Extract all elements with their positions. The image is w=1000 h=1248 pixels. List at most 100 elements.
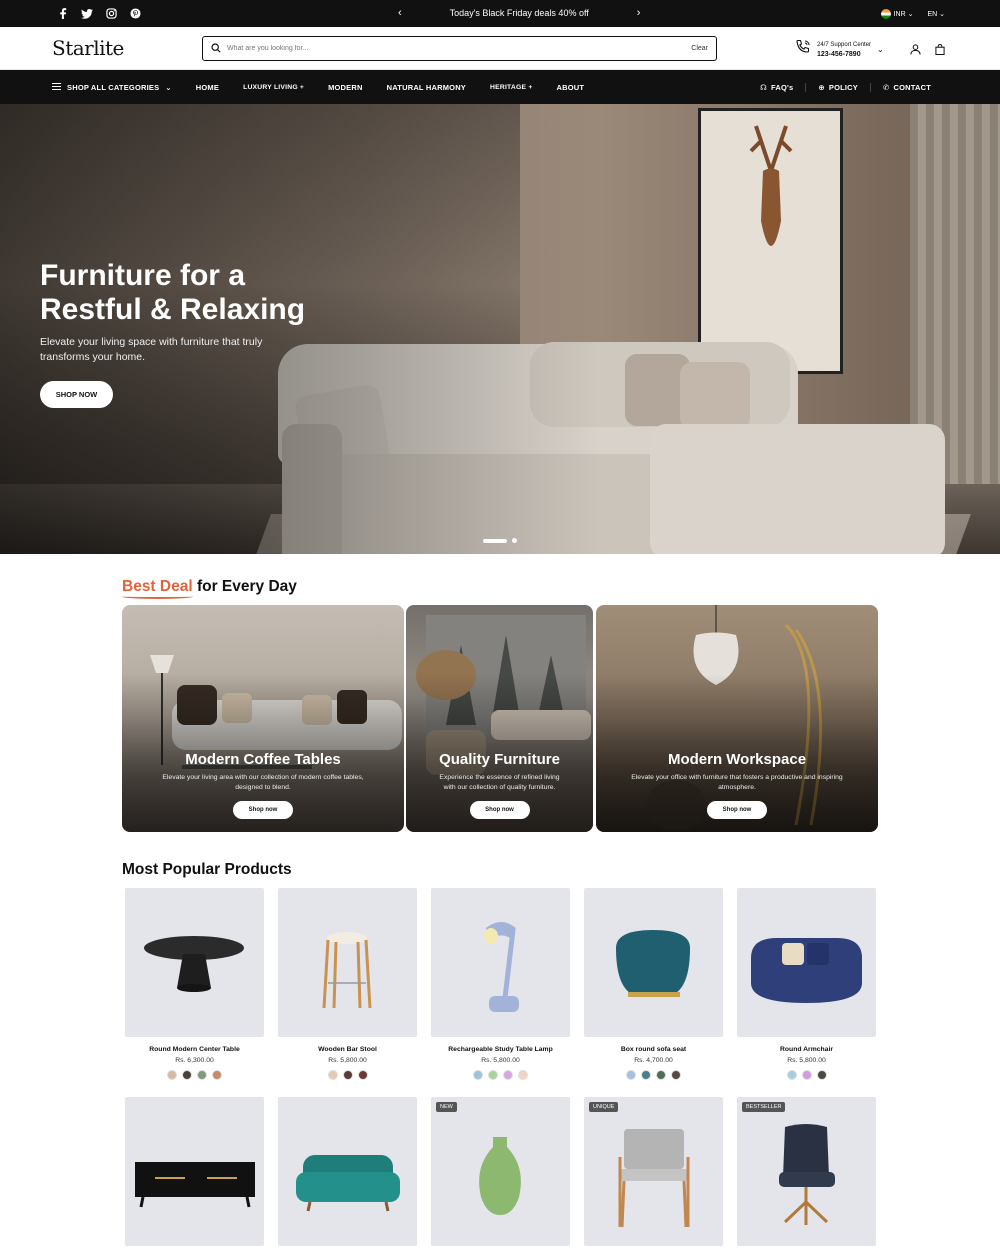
deal-cards: Modern Coffee Tables Elevate your living… <box>122 605 878 832</box>
policy-label: POLICY <box>828 82 858 92</box>
deal-card[interactable]: Modern Coffee Tables Elevate your living… <box>122 605 404 832</box>
headset-icon: ☊ <box>760 82 768 92</box>
color-swatch[interactable] <box>641 1070 651 1080</box>
product-image[interactable] <box>584 888 723 1037</box>
nav-item-policy[interactable]: ⊕ POLICY <box>805 82 870 92</box>
search-icon[interactable] <box>211 40 221 58</box>
wooden-chair-image <box>618 1129 690 1228</box>
product-name[interactable]: Box round sofa seat <box>584 1046 723 1053</box>
language-label: EN <box>927 10 938 18</box>
currency-selector[interactable]: INR ⌄ <box>880 8 913 19</box>
color-swatch[interactable] <box>626 1070 636 1080</box>
chevron-right-icon[interactable]: › <box>637 7 641 19</box>
product-card[interactable] <box>278 1097 417 1246</box>
product-name[interactable]: Wooden Bar Stool <box>278 1046 417 1053</box>
nav-item-contact[interactable]: ✆ CONTACT <box>870 82 943 92</box>
product-image[interactable]: NEW <box>431 1097 570 1246</box>
contact-label: CONTACT <box>893 82 931 92</box>
product-card[interactable]: BESTSELLER <box>737 1097 876 1246</box>
badge-new: NEW <box>436 1102 457 1112</box>
support-center[interactable]: 24/7 Support Center 123-456-7890 ⌄ <box>795 39 884 60</box>
shop-now-button[interactable]: Shop now <box>707 801 767 819</box>
deal-overlay <box>122 605 404 832</box>
shop-now-button[interactable]: Shop now <box>233 801 293 819</box>
color-swatch[interactable] <box>488 1070 498 1080</box>
color-swatch[interactable] <box>518 1070 528 1080</box>
color-swatch[interactable] <box>656 1070 666 1080</box>
color-swatch[interactable] <box>342 1070 353 1080</box>
nav-item-natural-harmony[interactable]: NATURAL HARMONY <box>387 83 466 92</box>
cart-bag-icon[interactable] <box>935 42 945 60</box>
language-selector[interactable]: EN ⌄ <box>927 10 945 18</box>
nav-item-luxury-living[interactable]: LUXURY LIVING + <box>243 84 304 91</box>
product-image[interactable]: UNIQUE <box>584 1097 723 1246</box>
instagram-icon[interactable] <box>105 8 117 20</box>
color-swatch[interactable] <box>357 1070 368 1080</box>
facebook-icon[interactable] <box>57 8 69 20</box>
product-price: Rs. 6,300.00 <box>175 1057 214 1064</box>
deal-card[interactable]: Modern Workspace Elevate your office wit… <box>596 605 878 832</box>
nav-item-modern[interactable]: MODERN <box>328 83 363 92</box>
product-card[interactable]: Box round sofa seat Rs. 4,700.00 <box>584 888 723 1080</box>
shop-now-button[interactable]: SHOP NOW <box>40 381 113 408</box>
product-name[interactable]: Round Armchair <box>737 1046 876 1053</box>
logo[interactable]: Starlite <box>52 36 202 60</box>
clear-button[interactable]: Clear <box>691 45 708 52</box>
twitter-icon[interactable] <box>81 8 93 20</box>
nav-item-about[interactable]: ABOUT <box>557 83 585 92</box>
color-swatch[interactable] <box>327 1070 338 1080</box>
color-swatch[interactable] <box>816 1070 827 1080</box>
product-image[interactable] <box>278 888 417 1037</box>
globe-icon: ⊕ <box>818 82 825 92</box>
color-swatch[interactable] <box>801 1070 812 1080</box>
product-price: Rs. 5,800.00 <box>328 1057 367 1064</box>
best-deal-rest: for Every Day <box>192 578 297 595</box>
product-image[interactable] <box>431 888 570 1037</box>
search-input[interactable] <box>227 45 692 52</box>
shop-all-categories[interactable]: SHOP ALL CATEGORIES ⌄ <box>52 82 172 92</box>
color-swatch[interactable] <box>182 1070 192 1080</box>
color-swatch[interactable] <box>167 1070 177 1080</box>
slider-dot[interactable] <box>512 538 517 543</box>
nav-item-home[interactable]: HOME <box>196 83 219 92</box>
product-card[interactable]: NEW <box>431 1097 570 1246</box>
product-name[interactable]: Round Modern Center Table <box>125 1046 264 1053</box>
deal-card[interactable]: Quality Furniture Experience the essence… <box>406 605 593 832</box>
color-swatch[interactable] <box>212 1070 222 1080</box>
nav-item-faqs[interactable]: ☊ FAQ's <box>748 83 805 92</box>
vase-image <box>479 1137 521 1215</box>
promo-text[interactable]: Today's Black Friday deals 40% off <box>450 8 589 18</box>
promo-carousel: ‹ Today's Black Friday deals 40% off › <box>398 7 640 19</box>
color-swatch[interactable] <box>671 1070 681 1080</box>
slider-dot-active[interactable] <box>483 538 507 543</box>
product-image[interactable] <box>125 888 264 1037</box>
color-swatch[interactable] <box>473 1070 483 1080</box>
color-swatch[interactable] <box>786 1070 797 1080</box>
social-links <box>57 8 141 20</box>
deal-text: Elevate your living area with our collec… <box>162 774 364 791</box>
chevron-down-icon[interactable]: ⌄ <box>877 45 884 54</box>
deal-text: Experience the essence of refined living… <box>439 774 560 791</box>
support-phone: 123-456-7890 <box>817 50 861 58</box>
india-flag-icon <box>880 8 891 19</box>
account-icon[interactable] <box>910 42 921 60</box>
pinterest-icon[interactable] <box>129 8 141 20</box>
product-image[interactable] <box>125 1097 264 1246</box>
product-card[interactable]: Wooden Bar Stool Rs. 5,800.00 <box>278 888 417 1080</box>
product-image[interactable] <box>278 1097 417 1246</box>
product-card[interactable]: Round Modern Center Table Rs. 6,300.00 <box>125 888 264 1080</box>
deal-overlay <box>406 605 593 832</box>
color-swatch[interactable] <box>197 1070 207 1080</box>
nav-item-heritage[interactable]: HERITAGE + <box>490 84 532 91</box>
chevron-left-icon[interactable]: ‹ <box>398 7 402 19</box>
color-swatches <box>737 1070 876 1080</box>
shop-now-button[interactable]: Shop now <box>469 801 530 819</box>
product-card[interactable] <box>125 1097 264 1246</box>
product-image[interactable] <box>737 888 876 1037</box>
product-card[interactable]: UNIQUE <box>584 1097 723 1246</box>
product-card[interactable]: Rechargeable Study Table Lamp Rs. 5,800.… <box>431 888 570 1080</box>
color-swatch[interactable] <box>503 1070 513 1080</box>
product-card[interactable]: Round Armchair Rs. 5,800.00 <box>737 888 876 1080</box>
product-name[interactable]: Rechargeable Study Table Lamp <box>431 1046 570 1053</box>
product-image[interactable]: BESTSELLER <box>737 1097 876 1246</box>
